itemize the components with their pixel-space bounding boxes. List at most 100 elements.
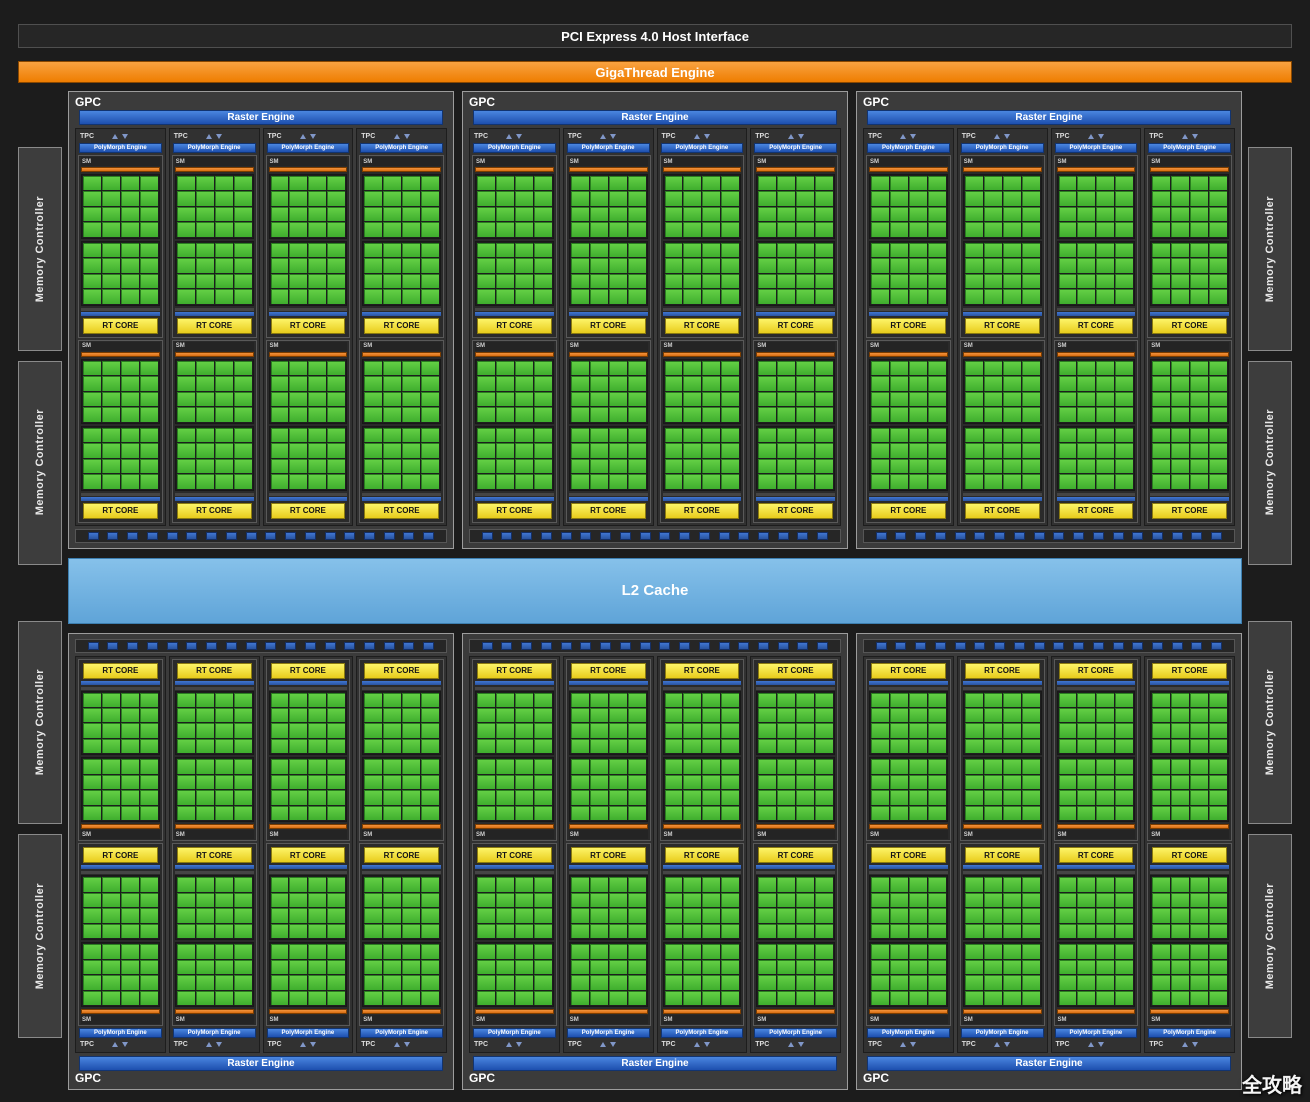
cuda-core-cell	[984, 944, 1002, 958]
cuda-core-cell	[965, 428, 983, 442]
cuda-core-cell	[909, 474, 927, 488]
l1-cache-bar	[963, 871, 1042, 874]
tpc-block: TPCPolyMorph EngineSMRT CORESMRT CORE	[1144, 656, 1235, 1054]
cuda-core-cell	[928, 790, 946, 804]
cuda-core-cell	[515, 790, 533, 804]
sm-label: SM	[1151, 343, 1160, 349]
polymorph-engine-bar: PolyMorph Engine	[1055, 1028, 1138, 1038]
sm-label: SM	[363, 159, 372, 165]
cuda-core-cell	[1022, 222, 1040, 236]
cuda-core-cell	[534, 289, 552, 303]
cuda-core-cell	[1003, 708, 1021, 722]
cuda-core-cell	[308, 960, 326, 974]
tpc-block: TPCPolyMorph EngineSMRT CORESMRT CORE	[657, 128, 748, 526]
tpc-label: TPC	[174, 1041, 188, 1048]
l1-cache-bar	[663, 493, 742, 496]
cuda-core-cell	[271, 428, 289, 442]
cuda-core-cell	[534, 790, 552, 804]
texture-unit-cell	[719, 642, 730, 650]
cuda-core-cell	[496, 243, 514, 257]
cuda-core-cell	[177, 944, 195, 958]
cuda-core-cell	[777, 723, 795, 737]
texture-cache-bar	[869, 865, 948, 869]
cuda-core-cell	[215, 908, 233, 922]
cuda-core-cell	[477, 924, 495, 938]
cuda-core-cell	[383, 289, 401, 303]
cuda-core-cell	[215, 991, 233, 1005]
cuda-core-cell	[477, 407, 495, 421]
cuda-core-cell	[1022, 191, 1040, 205]
cuda-core-cell	[702, 877, 720, 891]
cuda-core-cell	[1152, 908, 1170, 922]
tpc-arrows-icon	[694, 134, 710, 139]
cuda-core-cell	[421, 176, 439, 190]
cuda-core-cell	[1022, 759, 1040, 773]
cuda-core-cell	[1022, 960, 1040, 974]
cuda-core-cell	[871, 775, 889, 789]
cuda-core-cell	[1096, 944, 1114, 958]
cuda-core-cell	[1152, 222, 1170, 236]
cuda-core-cell	[421, 739, 439, 753]
cuda-core-cell	[796, 739, 814, 753]
cuda-core-cell	[327, 407, 345, 421]
cuda-core-grid	[569, 174, 648, 239]
cuda-core-cell	[928, 459, 946, 473]
cuda-core-cell	[402, 759, 420, 773]
cuda-core-cell	[909, 991, 927, 1005]
tpc-label: TPC	[80, 1041, 94, 1048]
texture-unit-cell	[699, 642, 710, 650]
cuda-core-cell	[364, 790, 382, 804]
cuda-core-cell	[758, 991, 776, 1005]
cuda-core-cell	[83, 924, 101, 938]
cuda-core-cell	[515, 443, 533, 457]
cuda-core-cell	[515, 806, 533, 820]
cuda-core-cell	[590, 392, 608, 406]
cuda-core-cell	[1115, 428, 1133, 442]
texture-unit-cell	[325, 532, 336, 540]
cuda-core-cell	[234, 944, 252, 958]
cuda-core-cell	[702, 893, 720, 907]
cuda-core-cell	[121, 991, 139, 1005]
cuda-core-grid	[756, 426, 835, 491]
cuda-core-cell	[402, 243, 420, 257]
sm-block: SMRT CORE	[1147, 340, 1232, 523]
cuda-core-cell	[1115, 274, 1133, 288]
gpc-label: GPC	[75, 95, 447, 110]
cuda-core-cell	[327, 924, 345, 938]
cuda-core-cell	[196, 392, 214, 406]
sm-header: SM	[81, 342, 160, 351]
cuda-core-cell	[628, 960, 646, 974]
texture-unit-cell	[1152, 532, 1163, 540]
cuda-core-cell	[965, 176, 983, 190]
cuda-core-cell	[721, 243, 739, 257]
texture-unit-cell	[876, 642, 887, 650]
cuda-core-cell	[890, 975, 908, 989]
cuda-core-cell	[909, 459, 927, 473]
cuda-core-cell	[777, 274, 795, 288]
cuda-core-cell	[1077, 908, 1095, 922]
cuda-core-cell	[196, 739, 214, 753]
cuda-core-cell	[289, 960, 307, 974]
cuda-core-cell	[496, 693, 514, 707]
cuda-core-cell	[308, 459, 326, 473]
cuda-core-cell	[1209, 759, 1227, 773]
cuda-core-cell	[177, 908, 195, 922]
warp-scheduler-bar	[175, 824, 254, 829]
cuda-core-cell	[177, 975, 195, 989]
rt-core-bar: RT CORE	[364, 318, 439, 334]
cuda-core-cell	[702, 924, 720, 938]
cuda-core-cell	[402, 459, 420, 473]
arrow-up-icon	[600, 134, 606, 139]
cuda-core-cell	[928, 191, 946, 205]
arrow-down-icon	[1098, 134, 1104, 139]
tpc-block: TPCPolyMorph EngineSMRT CORESMRT CORE	[750, 128, 841, 526]
cuda-core-cell	[1059, 407, 1077, 421]
sm-block: SMRT CORE	[566, 155, 651, 338]
cuda-core-cell	[196, 443, 214, 457]
cuda-core-cell	[777, 407, 795, 421]
cuda-core-cell	[1190, 176, 1208, 190]
cuda-core-cell	[271, 975, 289, 989]
cuda-core-cell	[1209, 243, 1227, 257]
l1-cache-bar	[1150, 493, 1229, 496]
memory-controller-block: Memory Controller	[1248, 147, 1292, 351]
